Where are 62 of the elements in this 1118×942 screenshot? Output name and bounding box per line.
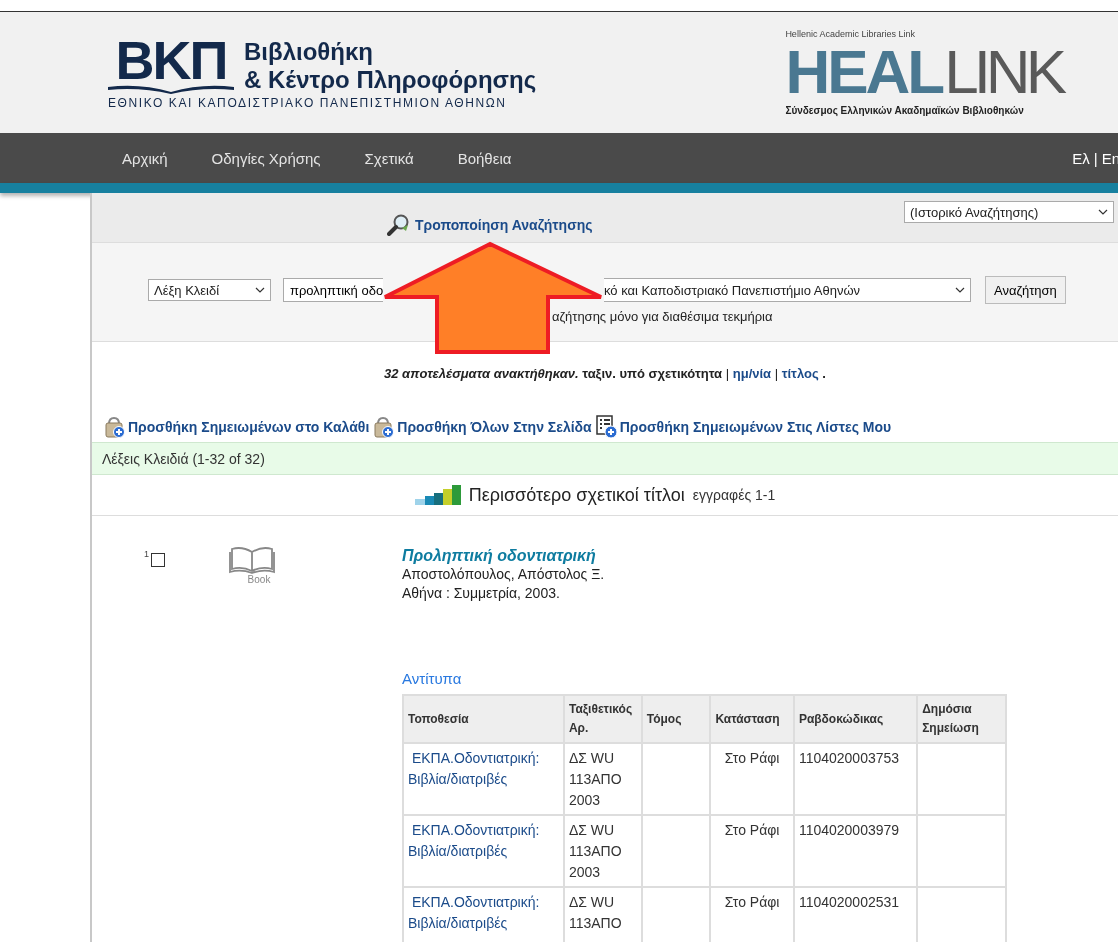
- add-action-link[interactable]: Προσθήκη Σημειωμένων στο Καλάθι: [104, 416, 370, 438]
- search-button[interactable]: Αναζήτηση: [985, 276, 1066, 304]
- checkbox[interactable]: [151, 553, 165, 567]
- column-header: Τοποθεσία: [403, 695, 564, 743]
- separator: |: [1093, 149, 1098, 167]
- table-cell: 1104020003753: [793, 743, 918, 815]
- facet-bar: Λέξεις Κλειδιά (1-32 of 32): [92, 442, 1118, 475]
- open-book-icon: [108, 83, 234, 94]
- result-title-link[interactable]: Προληπτική οδοντιατρική: [402, 546, 1007, 565]
- record-count: εγγραφές 1-1: [692, 487, 776, 503]
- checkbox-label: αζήτησης μόνο για διαθέσιμα τεκμήρια: [552, 309, 773, 324]
- nav-link[interactable]: Οδηγίες Χρήσης: [211, 149, 321, 167]
- nav-link[interactable]: Βοήθεια: [457, 149, 512, 167]
- logo-tagline: Hellenic Academic Libraries Link: [785, 29, 915, 39]
- location-link[interactable]: ΕΚΠΑ.Οδοντιατρική: Βιβλία/διατριβές: [403, 815, 564, 887]
- holdings-title: Αντίτυπα: [402, 669, 463, 688]
- table-cell: ΔΣ WU 113ΑΠΟ 2003: [563, 815, 642, 887]
- bag-add-icon: [104, 416, 126, 438]
- book-icon: [229, 546, 275, 574]
- modify-search-link[interactable]: Τροποποίηση Αναζήτησης: [387, 213, 593, 236]
- location-link[interactable]: ΕΚΠΑ.Οδοντιατρική: Βιβλία/διατριβές: [403, 887, 564, 942]
- list-add-icon: [595, 415, 618, 439]
- results-summary: 32 αποτελέσματα ανακτήθηκαν. ταξιν. υπό σχετικότητα | ημ/νία | τίτλος .: [383, 366, 827, 381]
- field-dropdown[interactable]: Λέξη Κλειδί: [148, 279, 271, 301]
- chevron-icon: [955, 287, 965, 293]
- logo-mark: ΒΚΠ: [115, 35, 227, 84]
- scope-dropdown[interactable]: κό και Καποδιστριακό Πανεπιστήμιο Αθηνών: [604, 278, 971, 302]
- location-link[interactable]: ΕΚΠΑ.Οδοντιατρική: Βιβλία/διατριβές: [403, 743, 564, 815]
- language-link[interactable]: Ελ: [1072, 149, 1090, 167]
- imprint: Αθήνα : Συμμετρία, 2003.: [402, 584, 561, 603]
- column-header: Δημόσια Σημείωση: [917, 695, 1006, 743]
- university-name: ΕΘΝΙΚΟ ΚΑΙ ΚΑΠΟΔΙΣΤΡΙΑΚΟ ΠΑΝΕΠΙΣΤΗΜΙΟΝ ΑΘΗΝΩΝ: [108, 95, 508, 110]
- sort-link[interactable]: ημ/νία: [732, 366, 772, 381]
- relevance-bars-icon: [414, 485, 461, 505]
- chevron-icon: [255, 287, 265, 293]
- sort-link[interactable]: τίτλος: [781, 366, 819, 381]
- column-header: Τόμος: [641, 695, 711, 743]
- table-cell: ΔΣ WU 113ΑΠΟ 2003: [563, 743, 642, 815]
- add-action-link[interactable]: Προσθήκη Όλων Στην Σελίδα: [373, 416, 592, 438]
- magnifier-icon: [387, 213, 411, 236]
- format-label: Book: [247, 574, 271, 585]
- column-header: Ραβδοκώδικας: [793, 695, 918, 743]
- history-dropdown[interactable]: (Ιστορικό Αναζήτησης): [904, 201, 1114, 223]
- result-number: 1: [143, 548, 149, 559]
- logo-word: LINK: [944, 41, 1062, 103]
- table-cell: Στο Ράφι: [710, 743, 794, 815]
- nav-link[interactable]: Αρχική: [122, 149, 168, 167]
- library-title: Βιβλιοθήκη: [244, 37, 374, 66]
- section-title: Περισσότερο σχετικοί τίτλοι: [468, 484, 685, 506]
- nav-link[interactable]: Σχετικά: [364, 149, 414, 167]
- chevron-icon: [1098, 209, 1108, 215]
- column-header: Κατάσταση: [710, 695, 794, 743]
- column-header: Ταξιθετικός Αρ.: [563, 695, 642, 743]
- library-subtitle: & Κέντρο Πληροφόρησης: [244, 65, 537, 94]
- add-action-link[interactable]: Προσθήκη Σημειωμένων Στις Λίστες Μου: [595, 415, 892, 439]
- logo-caption: Σύνδεσμος Ελληνικών Ακαδημαϊκών Βιβλιοθηκών: [785, 105, 1024, 116]
- table-cell: 1104020003979: [793, 815, 918, 887]
- author: Αποστολόπουλος, Απόστολος Ξ.: [402, 565, 606, 584]
- bag-add-icon: [373, 416, 396, 438]
- search-field[interactable]: προληπτική οδο: [283, 278, 383, 302]
- table-cell: Στο Ράφι: [710, 815, 794, 887]
- logo-word: HEAL: [785, 41, 943, 103]
